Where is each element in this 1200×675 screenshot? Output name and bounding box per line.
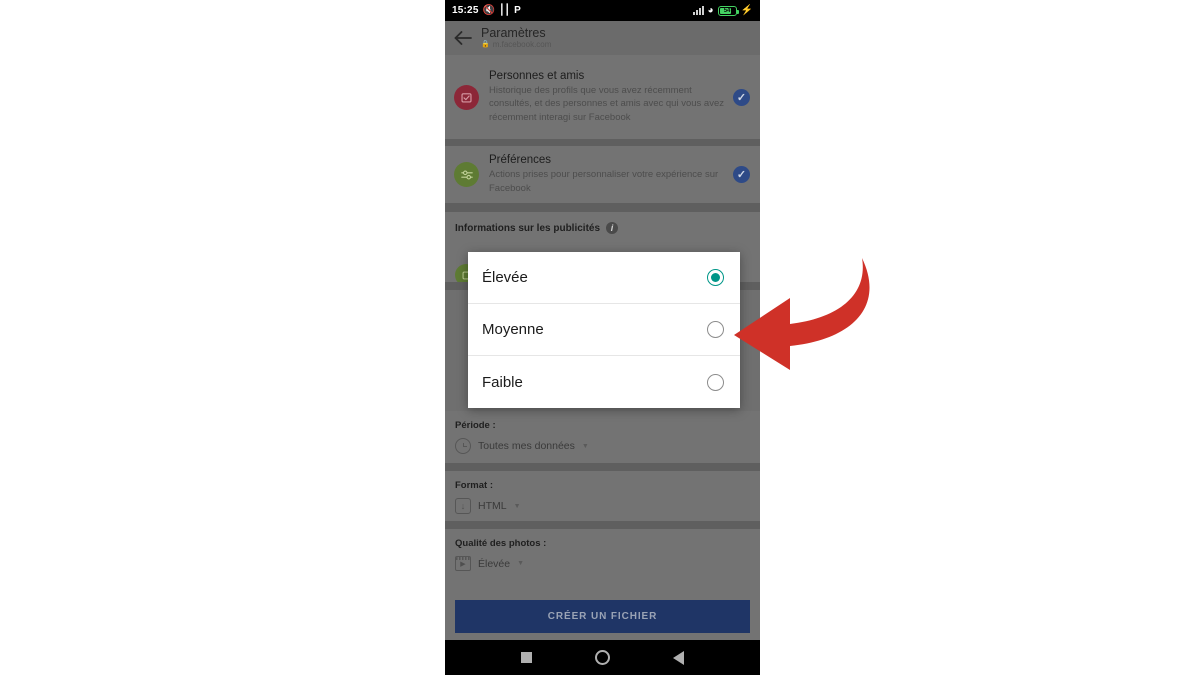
film-icon: ▶ <box>455 556 471 571</box>
annotation-arrow <box>728 248 898 373</box>
section-divider <box>445 521 760 529</box>
recent-apps-square-icon[interactable] <box>521 652 533 663</box>
section-label-text: Informations sur les publicités <box>455 222 601 234</box>
battery-icon: 54 <box>717 5 739 16</box>
signal-bars-icon <box>692 6 704 15</box>
field-control[interactable]: Toutes mes données ▼ <box>455 438 750 454</box>
download-folder-icon: ↓ <box>455 498 471 514</box>
header-text: Paramètres 🔒 m.facebook.com <box>481 25 552 50</box>
list-item-title: Personnes et amis <box>489 70 585 83</box>
radio-button-moyenne[interactable] <box>707 321 724 338</box>
section-divider <box>445 203 760 212</box>
page-url-text: m.facebook.com <box>492 39 552 49</box>
section-divider <box>445 139 760 146</box>
field-control[interactable]: ▶ Élevée ▼ <box>455 556 750 571</box>
chevron-down-icon[interactable]: ▼ <box>517 560 524 567</box>
field-periode: Période : Toutes mes données ▼ <box>445 411 760 463</box>
dialog-option-label: Moyenne <box>482 321 544 338</box>
section-label-ads: Informations sur les publicités i <box>455 222 750 234</box>
list-item[interactable]: Préférences Actions prises pour personna… <box>445 146 760 203</box>
field-label: Format : <box>455 480 493 491</box>
lock-icon: 🔒 <box>481 41 490 49</box>
screenshot-canvas: 15:25 🔇 ⎮⎮ P ◕ 54 ⚡ Paramètres 🔒 m.faceb… <box>0 0 1200 675</box>
card-preferences: Préférences Actions prises pour personna… <box>445 146 760 203</box>
page-url: 🔒 m.facebook.com <box>481 39 552 49</box>
people-friends-icon <box>454 84 479 110</box>
charging-bolt-icon: ⚡ <box>740 4 753 16</box>
status-bar: 15:25 🔇 ⎮⎮ P ◕ 54 ⚡ <box>445 0 760 21</box>
field-value: Toutes mes données <box>478 440 575 452</box>
home-circle-icon[interactable] <box>594 650 610 665</box>
list-item[interactable]: Personnes et amis Historique des profils… <box>445 55 760 139</box>
list-item-body: Préférences Actions prises pour personna… <box>479 154 733 194</box>
dialog-option-label: Élevée <box>482 269 528 286</box>
radio-button-elevee[interactable] <box>707 269 724 286</box>
preferences-sliders-icon <box>454 162 479 187</box>
dialog-option-faible[interactable]: Faible <box>468 356 740 408</box>
field-label: Période : <box>455 420 496 431</box>
battery-level: 54 <box>723 7 731 14</box>
status-time: 15:25 <box>452 5 479 16</box>
browser-header: Paramètres 🔒 m.facebook.com <box>445 21 760 55</box>
photo-quality-dialog: Élevée Moyenne Faible <box>468 252 740 408</box>
checkmark-icon[interactable]: ✓ <box>733 88 750 106</box>
section-divider <box>445 463 760 471</box>
create-file-button[interactable]: CRÉER UN FICHIER <box>455 600 750 633</box>
dialog-option-elevee[interactable]: Élevée <box>468 252 740 304</box>
back-arrow-icon[interactable] <box>453 28 473 48</box>
android-navigation-bar <box>445 640 760 675</box>
clock-icon <box>455 438 471 454</box>
page-title: Paramètres <box>481 25 546 40</box>
field-label: Qualité des photos : <box>455 538 547 549</box>
field-control[interactable]: ↓ HTML ▼ <box>455 498 750 514</box>
dialog-option-moyenne[interactable]: Moyenne <box>468 304 740 356</box>
status-bar-left: 15:25 🔇 ⎮⎮ P <box>452 5 521 16</box>
wifi-icon: ◕ <box>707 4 714 16</box>
list-item-description: Historique des profils que vous avez réc… <box>489 85 724 123</box>
list-item-title: Préférences <box>489 154 552 167</box>
parking-icon: P <box>514 4 521 16</box>
field-format: Format : ↓ HTML ▼ <box>445 471 760 521</box>
dialog-option-label: Faible <box>482 373 523 391</box>
radio-button-faible[interactable] <box>707 373 724 391</box>
field-value: HTML <box>478 500 507 512</box>
mute-icon: 🔇 <box>482 4 496 16</box>
checkmark-icon[interactable]: ✓ <box>733 166 750 183</box>
vibrate-icon: ⎮⎮ <box>499 4 511 16</box>
chevron-down-icon[interactable]: ▼ <box>514 503 521 510</box>
info-icon[interactable]: i <box>606 222 619 234</box>
list-item-body: Personnes et amis Historique des profils… <box>479 70 733 123</box>
chevron-down-icon[interactable]: ▼ <box>582 443 589 450</box>
field-value: Élevée <box>478 557 511 570</box>
list-item-description: Actions prises pour personnaliser votre … <box>489 169 719 194</box>
status-bar-right: ◕ 54 ⚡ <box>692 4 753 16</box>
card-people-friends: Personnes et amis Historique des profils… <box>445 55 760 139</box>
back-triangle-icon[interactable] <box>672 650 684 665</box>
